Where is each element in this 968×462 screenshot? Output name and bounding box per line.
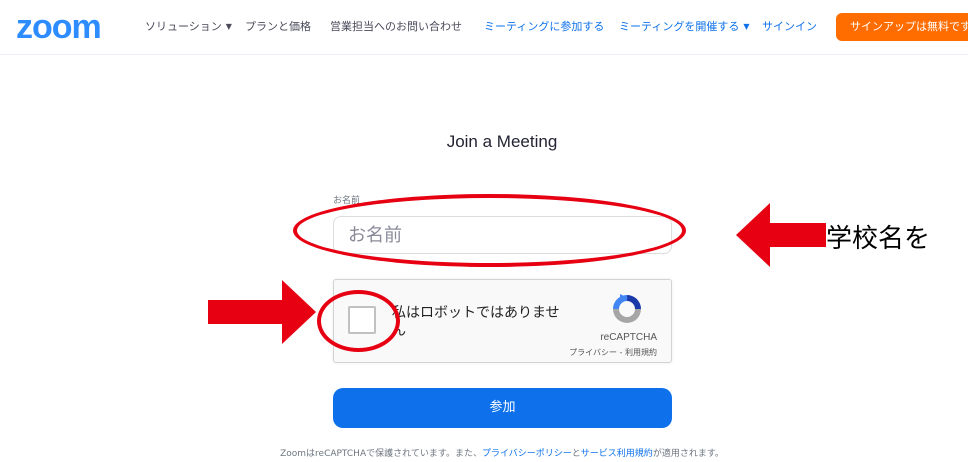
caret-down-icon: ▼ bbox=[743, 22, 750, 31]
annotation-arrow-right-icon bbox=[208, 280, 316, 344]
annotation-text: 学校名を bbox=[826, 224, 931, 254]
nav-plans-pricing-label: プランと価格 bbox=[245, 20, 311, 33]
recaptcha-privacy-link[interactable]: プライバシー bbox=[569, 348, 617, 357]
footnote-prefix: ZoomはreCAPTCHAで保護されています。また、 bbox=[280, 449, 482, 459]
terms-of-service-link[interactable]: サービス利用規約 bbox=[581, 449, 653, 459]
recaptcha-label: 私はロボットではありません bbox=[392, 305, 560, 339]
nav-solutions-label: ソリューション bbox=[145, 20, 222, 33]
recaptcha-brand: reCAPTCHA bbox=[600, 332, 657, 343]
footnote-suffix: が適用されます。 bbox=[652, 449, 724, 459]
name-input[interactable] bbox=[333, 216, 672, 254]
recaptcha-terms-link[interactable]: 利用規約 bbox=[625, 348, 657, 357]
privacy-policy-link[interactable]: プライバシーポリシー bbox=[482, 449, 572, 459]
recaptcha-link-separator: - bbox=[617, 348, 625, 357]
annotation-arrow-left-icon bbox=[736, 203, 826, 267]
top-navigation-bar: zoom ソリューション ▼ プランと価格 営業担当へのお問い合わせ ミーティング… bbox=[0, 0, 968, 55]
nav-join-meeting-label: ミーティングに参加する bbox=[484, 20, 605, 33]
nav-host-meeting-label: ミーティングを開催する bbox=[619, 20, 740, 33]
signup-button[interactable]: サインアップは無料です bbox=[836, 13, 968, 41]
page-title: Join a Meeting bbox=[446, 132, 558, 151]
nav-sign-in[interactable]: サインイン bbox=[762, 20, 817, 34]
nav-sign-in-label: サインイン bbox=[762, 20, 817, 33]
nav-contact-sales-label: 営業担当へのお問い合わせ bbox=[330, 20, 462, 33]
footnote-and: と bbox=[571, 449, 581, 459]
nav-contact-sales[interactable]: 営業担当へのお問い合わせ bbox=[330, 20, 462, 34]
recaptcha-widget: 私はロボットではありません reCAPTCHA プライバシー - 利用規約 bbox=[333, 279, 672, 363]
recaptcha-checkbox[interactable] bbox=[348, 306, 376, 334]
name-field-label: お名前 bbox=[333, 196, 361, 206]
nav-plans-pricing[interactable]: プランと価格 bbox=[245, 20, 311, 34]
recaptcha-logo-icon bbox=[613, 294, 641, 323]
nav-host-meeting[interactable]: ミーティングを開催する ▼ bbox=[619, 20, 750, 34]
join-button[interactable]: 参加 bbox=[333, 388, 672, 428]
recaptcha-links: プライバシー - 利用規約 bbox=[569, 347, 657, 358]
caret-down-icon: ▼ bbox=[225, 22, 232, 31]
recaptcha-footnote: ZoomはreCAPTCHAで保護されています。また、プライバシーポリシーとサー… bbox=[0, 446, 968, 459]
zoom-logo[interactable]: zoom bbox=[16, 9, 102, 45]
nav-join-meeting[interactable]: ミーティングに参加する bbox=[484, 20, 604, 34]
nav-solutions[interactable]: ソリューション ▼ bbox=[145, 20, 232, 34]
